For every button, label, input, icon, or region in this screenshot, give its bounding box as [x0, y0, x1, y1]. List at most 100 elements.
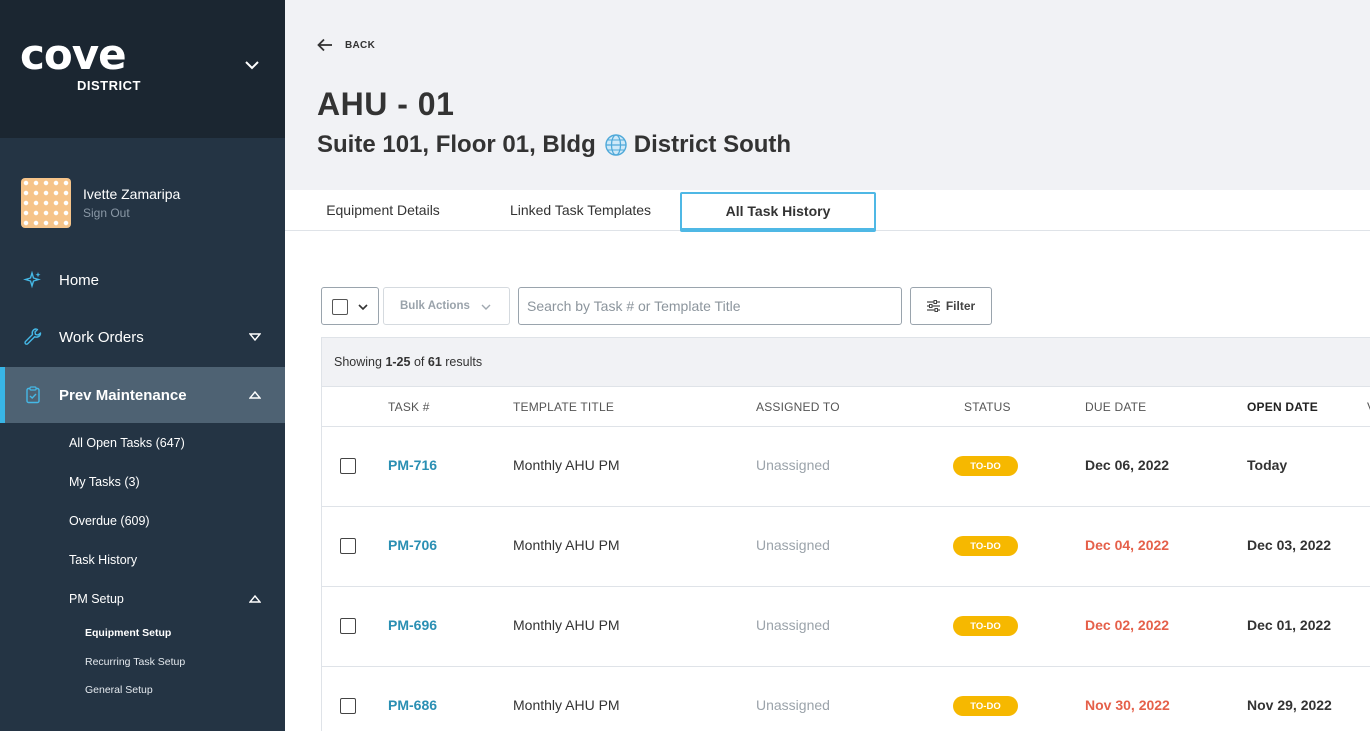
location-subtitle: Suite 101, Floor 01, Bldg District South: [317, 131, 791, 159]
table-row[interactable]: PM-716 Monthly AHU PM Unassigned TO-DO D…: [322, 427, 1370, 507]
tab-bar: Equipment Details Linked Task Templates …: [285, 190, 1370, 232]
sidebar-subitem-overdue[interactable]: Overdue (609): [69, 514, 150, 528]
assigned-to: Unassigned: [756, 697, 830, 713]
results-of: of: [413, 355, 425, 369]
user-name: Ivette Zamaripa: [83, 186, 181, 202]
sidebar-item-home[interactable]: Home: [0, 252, 285, 308]
sidebar-subitem-pm-setup[interactable]: PM Setup: [69, 592, 124, 606]
sidebar-item-label: Prev Maintenance: [59, 386, 187, 404]
page-title: AHU - 01: [317, 86, 455, 122]
column-header-template-title[interactable]: TEMPLATE TITLE: [513, 400, 614, 414]
sidebar-item-prev-maintenance[interactable]: Prev Maintenance: [0, 367, 285, 423]
filter-label: Filter: [945, 299, 976, 313]
results-prefix: Showing: [334, 355, 382, 369]
template-title: Monthly AHU PM: [513, 457, 620, 473]
status-badge: TO-DO: [953, 616, 1018, 636]
caret-up-icon[interactable]: [249, 593, 261, 605]
due-date: Dec 04, 2022: [1085, 537, 1170, 553]
sidebar-subitem-recurring-task-setup[interactable]: Recurring Task Setup: [85, 656, 185, 668]
chevron-down-icon: [358, 304, 368, 311]
assigned-to: Unassigned: [756, 457, 830, 473]
sidebar: cove DISTRICT Ivette Zamaripa Sign Out H…: [0, 0, 285, 731]
results-total: 61: [427, 355, 442, 369]
assigned-to: Unassigned: [756, 617, 830, 633]
task-number-link[interactable]: PM-696: [388, 617, 437, 633]
brand-header: cove DISTRICT: [0, 0, 285, 138]
column-header-status[interactable]: STATUS: [964, 400, 1011, 414]
bulk-actions-label: Bulk Actions: [400, 300, 470, 312]
bulk-actions-dropdown[interactable]: Bulk Actions: [383, 287, 510, 325]
results-suffix: results: [445, 355, 483, 369]
sidebar-item-label: Home: [59, 271, 100, 289]
due-date: Dec 02, 2022: [1085, 617, 1170, 633]
open-date: Dec 01, 2022: [1247, 617, 1332, 633]
table-row[interactable]: PM-686 Monthly AHU PM Unassigned TO-DO N…: [322, 667, 1370, 731]
table-header: TASK # TEMPLATE TITLE ASSIGNED TO STATUS…: [322, 387, 1370, 427]
tab-linked-task-templates[interactable]: Linked Task Templates: [500, 190, 661, 230]
due-date: Nov 30, 2022: [1085, 697, 1170, 713]
select-all-dropdown[interactable]: [321, 287, 379, 325]
sidebar-subitem-all-open-tasks[interactable]: All Open Tasks (647): [69, 436, 185, 450]
user-profile: Ivette Zamaripa Sign Out: [21, 178, 180, 228]
status-badge: TO-DO: [953, 696, 1018, 716]
results-range: 1-25: [385, 355, 411, 369]
row-checkbox[interactable]: [340, 538, 356, 554]
location-prefix: Suite 101, Floor 01, Bldg: [317, 131, 596, 158]
filter-button[interactable]: Filter: [910, 287, 992, 325]
task-history-table: Showing 1-25 of 61 results TASK # TEMPLA…: [321, 337, 1370, 731]
row-checkbox[interactable]: [340, 618, 356, 634]
avatar[interactable]: [21, 178, 71, 228]
logo-wordmark: cove: [20, 30, 127, 79]
table-row[interactable]: PM-696 Monthly AHU PM Unassigned TO-DO D…: [322, 587, 1370, 667]
task-number-link[interactable]: PM-706: [388, 537, 437, 553]
sidebar-subitem-equipment-setup[interactable]: Equipment Setup: [85, 627, 171, 639]
column-header-due-date[interactable]: DUE DATE: [1085, 400, 1146, 414]
arrow-left-icon: [317, 38, 332, 52]
table-row[interactable]: PM-706 Monthly AHU PM Unassigned TO-DO D…: [322, 507, 1370, 587]
open-date: Dec 03, 2022: [1247, 537, 1332, 553]
back-label: BACK: [345, 39, 376, 51]
status-badge: TO-DO: [953, 536, 1018, 556]
row-checkbox[interactable]: [340, 458, 356, 474]
search-input[interactable]: [518, 287, 902, 325]
main-content: BACK AHU - 01 Suite 101, Floor 01, Bldg …: [285, 0, 1370, 731]
sidebar-item-work-orders[interactable]: Work Orders: [0, 309, 285, 365]
column-header-assigned-to[interactable]: ASSIGNED TO: [756, 400, 840, 414]
status-badge: TO-DO: [953, 456, 1018, 476]
clipboard-check-icon: [22, 384, 44, 406]
task-number-link[interactable]: PM-686: [388, 697, 437, 713]
location-suffix: District South: [633, 131, 792, 158]
open-date: Today: [1247, 457, 1288, 473]
sliders-icon: [926, 300, 940, 312]
tab-all-task-history[interactable]: All Task History: [680, 192, 876, 232]
template-title: Monthly AHU PM: [513, 697, 620, 713]
chevron-down-icon[interactable]: [245, 58, 259, 72]
task-number-link[interactable]: PM-716: [388, 457, 437, 473]
column-header-task[interactable]: TASK #: [388, 400, 430, 414]
wrench-icon: [22, 326, 44, 348]
logo-subtitle: DISTRICT: [77, 78, 141, 93]
cove-district-logo[interactable]: cove DISTRICT: [20, 30, 140, 94]
page-header: BACK AHU - 01 Suite 101, Floor 01, Bldg …: [285, 0, 1370, 190]
back-button[interactable]: BACK: [317, 38, 375, 52]
sign-out-link[interactable]: Sign Out: [83, 206, 180, 220]
sidebar-item-label: Work Orders: [59, 328, 144, 346]
due-date: Dec 06, 2022: [1085, 457, 1170, 473]
sidebar-subitem-my-tasks[interactable]: My Tasks (3): [69, 475, 140, 489]
template-title: Monthly AHU PM: [513, 617, 620, 633]
caret-up-icon: [249, 390, 261, 399]
row-checkbox[interactable]: [340, 698, 356, 714]
sidebar-subitem-general-setup[interactable]: General Setup: [85, 684, 153, 696]
template-title: Monthly AHU PM: [513, 537, 620, 553]
sidebar-subitem-task-history[interactable]: Task History: [69, 553, 137, 567]
sparkle-icon: [22, 269, 44, 291]
select-all-checkbox[interactable]: [332, 299, 348, 315]
open-date: Nov 29, 2022: [1247, 697, 1332, 713]
column-header-open-date[interactable]: OPEN DATE: [1247, 400, 1318, 414]
tab-equipment-details[interactable]: Equipment Details: [315, 190, 451, 230]
chevron-down-icon: [481, 304, 491, 310]
assigned-to: Unassigned: [756, 537, 830, 553]
caret-down-icon: [249, 333, 261, 342]
globe-icon: [605, 134, 627, 156]
results-summary: Showing 1-25 of 61 results: [322, 338, 1370, 387]
